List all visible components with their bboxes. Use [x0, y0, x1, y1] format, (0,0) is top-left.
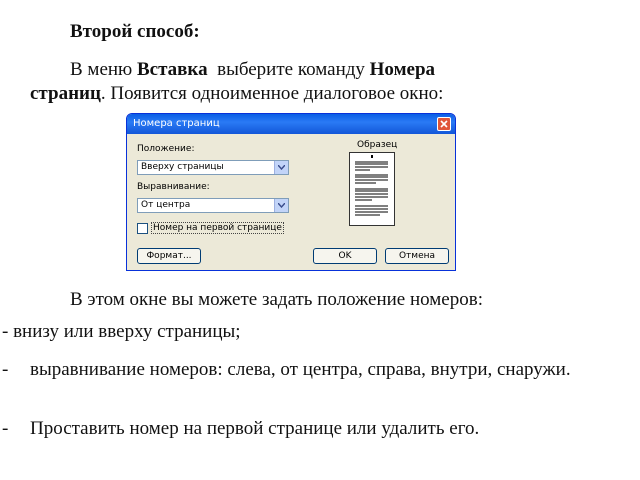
first-page-checkbox-label[interactable]: Номер на первой странице: [151, 222, 284, 234]
align-select[interactable]: От центра: [137, 198, 289, 213]
options-intro: В этом окне вы можете задать положение н…: [70, 289, 483, 310]
instruction-line-2: страниц. Появится одноименное диалоговое…: [30, 82, 443, 104]
align-label: Выравнивание:: [137, 182, 210, 192]
first-page-checkbox[interactable]: [137, 223, 148, 234]
list-item: - выравнивание номеров: слева, от центра…: [2, 358, 632, 406]
list-item-text: Проставить номер на первой странице или …: [30, 418, 480, 439]
chevron-down-icon[interactable]: [274, 199, 288, 212]
instruction-post: . Появится одноименное диалоговое окно:: [100, 83, 444, 104]
dialog-title: Номера страниц: [127, 114, 455, 134]
list-item: - Проставить номер на первой странице ил…: [2, 417, 632, 441]
format-button[interactable]: Формат...: [137, 248, 201, 264]
list-dash: -: [2, 359, 9, 380]
list-dash: -: [2, 418, 9, 439]
ok-button[interactable]: OK: [313, 248, 377, 264]
list-item: - внизу или вверху страницы;: [2, 321, 241, 342]
instruction-line-1: В меню Вставка выберите команду Номера: [70, 58, 435, 82]
position-value: Вверху страницы: [141, 162, 224, 172]
heading: Второй способ:: [70, 21, 200, 42]
instruction-mid: выберите команду: [207, 59, 370, 80]
position-select[interactable]: Вверху страницы: [137, 160, 289, 175]
list-item-text: выравнивание номеров: слева, от центра, …: [30, 359, 571, 380]
position-label: Положение:: [137, 144, 195, 154]
page-preview: [349, 152, 395, 226]
command-name-cont: страниц: [30, 83, 101, 104]
cancel-button[interactable]: Отмена: [385, 248, 449, 264]
menu-name: Вставка: [137, 59, 208, 80]
close-button[interactable]: [437, 117, 451, 131]
chevron-down-icon[interactable]: [274, 161, 288, 174]
command-name: Номера: [369, 59, 436, 80]
align-value: От центра: [141, 200, 191, 210]
page-preview-icon: [355, 155, 388, 216]
preview-label: Образец: [357, 140, 398, 150]
page-numbers-dialog: Номера страниц Положение: Вверху страниц…: [126, 113, 456, 271]
instruction-pre: В меню: [70, 59, 137, 80]
close-icon: [440, 120, 448, 128]
